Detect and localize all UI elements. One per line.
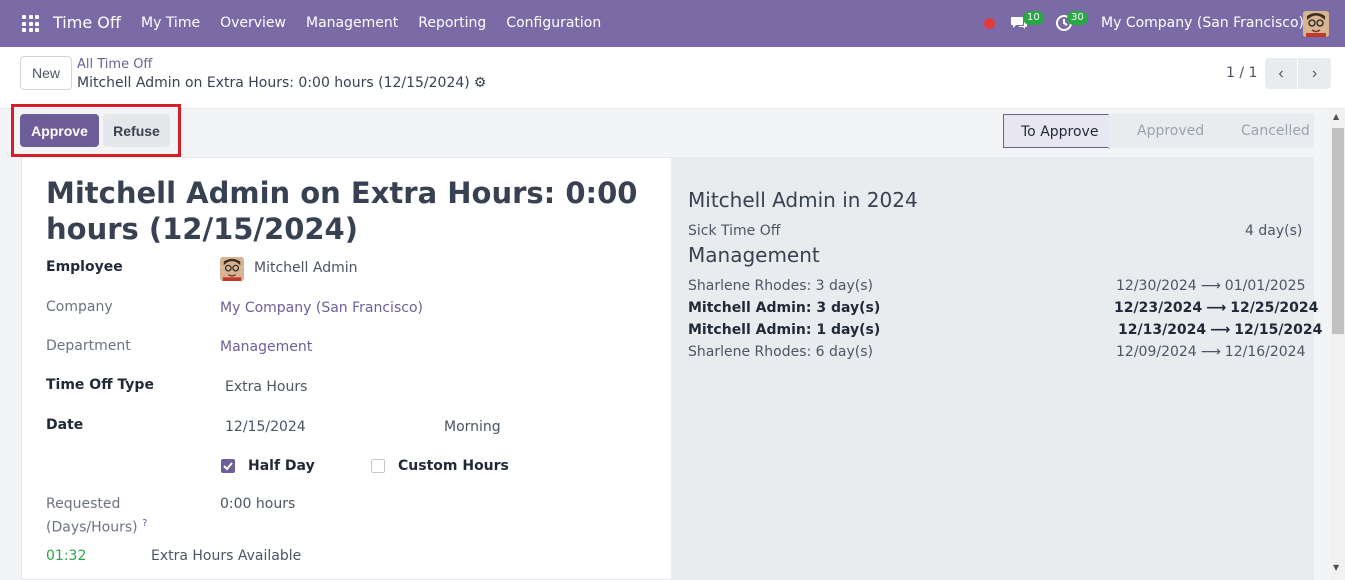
arrow-right-icon: ⟶ xyxy=(1210,322,1231,338)
pager-value[interactable]: 1 / 1 xyxy=(1226,65,1257,81)
leave-row-dates: 12/23/2024 ⟶ 12/25/2024 xyxy=(1114,300,1318,316)
new-button[interactable]: New xyxy=(20,56,72,90)
employee-field[interactable]: Mitchell Admin xyxy=(254,260,358,276)
stage-cancelled[interactable]: Cancelled xyxy=(1213,114,1314,148)
employee-label: Employee xyxy=(46,259,123,275)
leave-row-name: Mitchell Admin: 3 day(s) xyxy=(688,300,881,316)
leave-row-from: 12/13/2024 xyxy=(1118,322,1207,338)
pager-previous-button[interactable]: ‹ xyxy=(1265,58,1297,89)
company-field[interactable]: My Company (San Francisco) xyxy=(220,300,423,316)
arrow-right-icon: ⟶ xyxy=(1206,300,1227,316)
department-field[interactable]: Management xyxy=(220,339,312,355)
sick-time-off-label: Sick Time Off xyxy=(688,223,781,239)
requested-unit-text: (Days/Hours) xyxy=(46,519,138,536)
department-heading: Management xyxy=(688,243,820,267)
leave-row-name: Mitchell Admin: 1 day(s) xyxy=(688,322,881,338)
record-title: Mitchell Admin on Extra Hours: 0:00 hour… xyxy=(46,176,638,246)
leave-row-dates: 12/09/2024 ⟶ 12/16/2024 xyxy=(1116,344,1305,360)
arrow-right-icon: ⟶ xyxy=(1200,344,1221,360)
arrow-right-icon: ⟶ xyxy=(1200,278,1221,294)
checkmark-icon xyxy=(223,462,233,471)
summary-title: Mitchell Admin in 2024 xyxy=(688,188,918,212)
leave-row-dates: 12/13/2024 ⟶ 12/15/2024 xyxy=(1118,322,1322,338)
scrollbar-thumb[interactable] xyxy=(1332,128,1344,334)
help-tooltip-icon[interactable]: ? xyxy=(142,518,147,529)
custom-hours-checkbox[interactable] xyxy=(371,459,385,473)
leave-row-name: Sharlene Rhodes: 3 day(s) xyxy=(688,278,873,294)
activity-count-badge: 30 xyxy=(1067,11,1088,25)
company-label: Company xyxy=(46,299,113,315)
scroll-down-icon[interactable]: ▼ xyxy=(1333,563,1339,572)
top-navbar: Time Off My Time Overview Management Rep… xyxy=(0,0,1345,47)
leave-row-to: 12/15/2024 xyxy=(1234,322,1323,338)
time-off-summary-panel xyxy=(671,157,1314,580)
stage-approved[interactable]: Approved xyxy=(1109,114,1229,148)
breadcrumb-parent-link[interactable]: All Time Off xyxy=(77,57,152,72)
sick-time-off-value: 4 day(s) xyxy=(1245,223,1303,239)
leave-row-dates: 12/30/2024 ⟶ 01/01/2025 xyxy=(1116,278,1305,294)
menu-reporting[interactable]: Reporting xyxy=(418,15,486,31)
app-name[interactable]: Time Off xyxy=(53,13,121,32)
main-menu: My Time Overview Management Reporting Co… xyxy=(141,15,621,31)
highlight-annotation-box xyxy=(11,104,181,157)
company-switcher[interactable]: My Company (San Francisco) xyxy=(1101,15,1304,31)
scroll-up-icon[interactable]: ▲ xyxy=(1333,112,1339,121)
gear-icon[interactable]: ⚙ xyxy=(474,75,487,91)
leave-row-to: 12/25/2024 xyxy=(1230,300,1319,316)
leave-row-to: 12/16/2024 xyxy=(1224,344,1306,360)
user-avatar[interactable] xyxy=(1303,11,1329,37)
department-label: Department xyxy=(46,338,131,354)
requested-unit-label: (Days/Hours) ? xyxy=(46,518,147,536)
extra-hours-label: Extra Hours Available xyxy=(151,548,302,564)
leave-row-from: 12/09/2024 xyxy=(1116,344,1197,360)
leave-row-from: 12/30/2024 xyxy=(1116,278,1197,294)
stage-label: Cancelled xyxy=(1241,123,1310,139)
requested-label: Requested xyxy=(46,496,121,512)
leave-row-from: 12/23/2024 xyxy=(1114,300,1203,316)
extra-hours-value: 01:32 xyxy=(46,548,87,564)
breadcrumb-current-label: Mitchell Admin on Extra Hours: 0:00 hour… xyxy=(77,75,470,91)
half-day-checkbox[interactable] xyxy=(221,459,235,473)
recording-indicator-icon[interactable] xyxy=(984,18,995,29)
stage-label: Approved xyxy=(1137,123,1205,139)
period-select[interactable]: Morning xyxy=(444,419,501,435)
menu-configuration[interactable]: Configuration xyxy=(506,15,601,31)
leave-row-to: 01/01/2025 xyxy=(1224,278,1306,294)
menu-management[interactable]: Management xyxy=(306,15,398,31)
half-day-label[interactable]: Half Day xyxy=(248,458,315,474)
pager-next-button[interactable]: › xyxy=(1298,58,1331,89)
breadcrumb-current: Mitchell Admin on Extra Hours: 0:00 hour… xyxy=(77,75,486,91)
stage-label: To Approve xyxy=(1021,124,1099,140)
employee-avatar xyxy=(220,257,244,281)
time-off-type-field[interactable]: Extra Hours xyxy=(225,379,307,395)
apps-grid-icon[interactable] xyxy=(22,15,39,32)
date-label: Date xyxy=(46,417,84,433)
menu-overview[interactable]: Overview xyxy=(220,15,286,31)
custom-hours-label[interactable]: Custom Hours xyxy=(398,458,509,474)
date-field[interactable]: 12/15/2024 xyxy=(225,419,306,435)
menu-my-time[interactable]: My Time xyxy=(141,15,200,31)
requested-duration-field: 0:00 hours xyxy=(220,496,296,512)
chat-count-badge: 10 xyxy=(1023,11,1044,25)
control-panel: New All Time Off Mitchell Admin on Extra… xyxy=(0,47,1345,109)
stage-to-approve[interactable]: To Approve xyxy=(1003,114,1125,149)
time-off-type-label: Time Off Type xyxy=(46,377,154,393)
leave-row-name: Sharlene Rhodes: 6 day(s) xyxy=(688,344,873,360)
stage-pipeline: To Approve Approved Cancelled xyxy=(1003,114,1314,149)
